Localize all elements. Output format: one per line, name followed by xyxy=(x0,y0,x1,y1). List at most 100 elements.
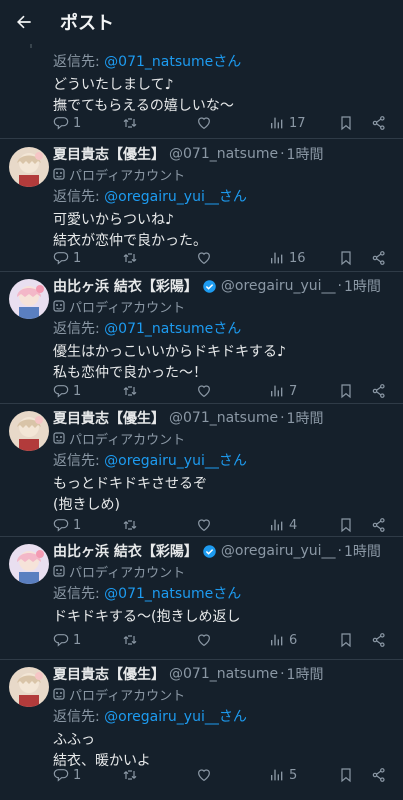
reply-button[interactable]: 1 xyxy=(53,767,81,783)
like-icon xyxy=(198,769,210,782)
mention-link[interactable]: @oregairu_yui__ xyxy=(104,709,219,725)
reply-count: 1 xyxy=(73,517,82,533)
retweet-button[interactable] xyxy=(122,767,138,783)
retweet-button[interactable] xyxy=(122,250,138,266)
views-button[interactable]: 16 xyxy=(269,250,306,266)
handle[interactable]: @071_natsume xyxy=(169,410,278,426)
retweet-button[interactable] xyxy=(122,383,138,399)
bookmark-icon xyxy=(341,518,351,533)
avatar[interactable] xyxy=(9,279,49,319)
timestamp[interactable]: 1時間 xyxy=(287,408,324,428)
handle[interactable]: @071_natsume xyxy=(169,666,278,682)
timestamp[interactable]: 1時間 xyxy=(287,144,324,164)
reply-to: 返信先: @071_natsumeさん xyxy=(53,586,242,602)
like-icon xyxy=(198,385,210,398)
views-button[interactable]: 7 xyxy=(269,383,297,399)
views-icon xyxy=(271,117,283,129)
avatar[interactable] xyxy=(9,667,49,707)
retweet-icon xyxy=(123,770,137,780)
bookmark-button[interactable] xyxy=(338,632,354,648)
like-button[interactable] xyxy=(196,250,212,266)
share-button[interactable] xyxy=(371,115,387,131)
post-text: もっとドキドキさせるぞ (抱きしめ) xyxy=(53,476,207,513)
author-row: 夏目貴志【優生】 @071_natsume · 1時間 xyxy=(53,664,324,684)
avatar[interactable] xyxy=(9,544,49,584)
display-name[interactable]: 夏目貴志【優生】 xyxy=(53,408,165,428)
post-text: 可愛いからついね♪ 結衣が恋仲で良かった。 xyxy=(53,212,207,249)
parody-label: パロディアカウント xyxy=(53,562,395,581)
divider xyxy=(0,536,403,537)
action-bar: 14 xyxy=(53,515,393,535)
handle[interactable]: @oregairu_yui__ xyxy=(221,278,336,294)
share-button[interactable] xyxy=(371,383,387,399)
parody-label: パロディアカウント xyxy=(53,429,395,448)
views-button[interactable]: 4 xyxy=(269,517,297,533)
divider xyxy=(0,138,403,139)
like-button[interactable] xyxy=(196,767,212,783)
share-button[interactable] xyxy=(371,250,387,266)
reply-to: 返信先: @071_natsumeさん xyxy=(53,54,242,70)
author-row: 由比ヶ浜 結衣【彩陽】 @oregairu_yui__ · 1時間 xyxy=(53,276,381,296)
mention-link[interactable]: @071_natsume xyxy=(104,54,213,70)
views-button[interactable]: 6 xyxy=(269,632,297,648)
back-button[interactable] xyxy=(0,0,48,44)
mention-link[interactable]: @071_natsume xyxy=(104,321,213,337)
reply-button[interactable]: 1 xyxy=(53,632,81,648)
reply-button[interactable]: 1 xyxy=(53,250,81,266)
display-name[interactable]: 夏目貴志【優生】 xyxy=(53,144,165,164)
like-button[interactable] xyxy=(196,517,212,533)
mention-link[interactable]: @oregairu_yui__ xyxy=(104,453,219,469)
views-icon xyxy=(271,252,283,264)
reply-button[interactable]: 1 xyxy=(53,383,81,399)
timestamp[interactable]: 1時間 xyxy=(287,664,324,684)
display-name[interactable]: 由比ヶ浜 結衣【彩陽】 xyxy=(53,276,198,296)
bookmark-button[interactable] xyxy=(338,250,354,266)
like-button[interactable] xyxy=(196,115,212,131)
views-icon xyxy=(271,519,283,531)
like-button[interactable] xyxy=(196,383,212,399)
verified-badge-icon xyxy=(203,279,216,293)
action-bar: 1 17 xyxy=(53,113,393,133)
like-button[interactable] xyxy=(196,632,212,648)
bookmark-button[interactable] xyxy=(338,115,354,131)
bookmark-button[interactable] xyxy=(338,767,354,783)
mention-link[interactable]: @071_natsume xyxy=(104,586,213,602)
divider xyxy=(0,659,403,660)
mention-link[interactable]: @oregairu_yui__ xyxy=(104,189,219,205)
timestamp[interactable]: 1時間 xyxy=(344,276,381,296)
display-name[interactable]: 夏目貴志【優生】 xyxy=(53,664,165,684)
reply-button[interactable]: 1 xyxy=(53,115,81,131)
avatar[interactable] xyxy=(9,411,49,451)
parody-mask-icon xyxy=(53,168,65,180)
bookmark-button[interactable] xyxy=(338,383,354,399)
timestamp[interactable]: 1時間 xyxy=(344,541,381,561)
handle[interactable]: @oregairu_yui__ xyxy=(221,543,336,559)
retweet-button[interactable] xyxy=(122,517,138,533)
views-count: 16 xyxy=(289,250,306,266)
avatar[interactable] xyxy=(9,147,49,187)
top-bar: ポスト xyxy=(0,0,403,44)
share-button[interactable] xyxy=(371,517,387,533)
back-arrow-icon xyxy=(17,15,31,29)
retweet-button[interactable] xyxy=(122,632,138,648)
parody-label: パロディアカウント xyxy=(53,165,395,184)
share-icon xyxy=(372,251,385,265)
retweet-button[interactable] xyxy=(122,115,138,131)
reply-to: 返信先: @oregairu_yui__さん xyxy=(53,189,247,205)
action-bar: 17 xyxy=(53,381,393,401)
action-bar: 16 xyxy=(53,630,393,650)
display-name[interactable]: 由比ヶ浜 結衣【彩陽】 xyxy=(53,541,198,561)
bookmark-icon xyxy=(341,768,351,783)
views-button[interactable]: 17 xyxy=(269,115,306,131)
share-button[interactable] xyxy=(371,767,387,783)
parody-label: パロディアカウント xyxy=(53,297,395,316)
share-button[interactable] xyxy=(371,632,387,648)
bookmark-button[interactable] xyxy=(338,517,354,533)
retweet-icon xyxy=(123,520,137,530)
views-button[interactable]: 5 xyxy=(269,767,297,783)
views-count: 6 xyxy=(289,632,298,648)
share-icon xyxy=(372,518,385,532)
reply-button[interactable]: 1 xyxy=(53,517,81,533)
handle[interactable]: @071_natsume xyxy=(169,146,278,162)
reply-to: 返信先: @oregairu_yui__さん xyxy=(53,709,247,725)
